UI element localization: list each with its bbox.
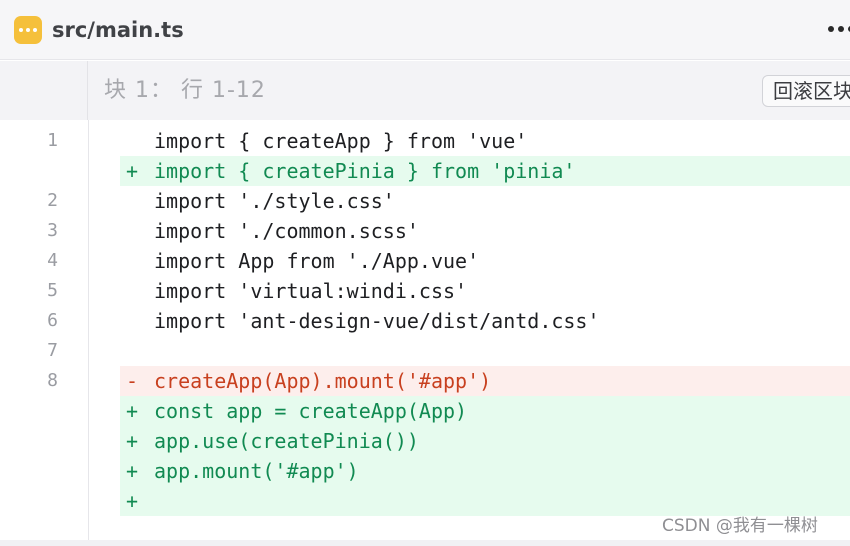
line-number: 1 [47,130,58,151]
diff-line-added: + app.use(createPinia()) [0,426,850,456]
watermark: CSDN @我有一棵树 [662,516,818,536]
file-header: src/main.ts [0,0,850,60]
diff-marker: + [126,489,139,513]
line-number [0,486,58,516]
code-text: createApp(App).mount('#app') [154,369,492,393]
code-text: import App from './App.vue' [154,249,480,273]
line-number [0,396,58,426]
line-number: 4 [47,250,58,271]
dots-icon [19,28,37,32]
rollback-hunk-button[interactable]: 回滚区块 [762,75,850,107]
diff-marker [126,336,146,366]
diff-marker [126,306,146,336]
line-number [0,456,58,486]
line-number: 8 [47,370,58,391]
diff-line-background [120,486,850,516]
line-number: 6 [47,310,58,331]
diff-line-added: + app.mount('#app') [0,456,850,486]
code-text: app.use(createPinia()) [154,429,419,453]
diff-line-context: 7 [0,336,850,366]
diff-line-context: 4 import App from './App.vue' [0,246,850,276]
line-number: 2 [47,190,58,211]
diff-marker [126,276,146,306]
diff-marker: + [126,459,139,483]
code-area: 1 import { createApp } from 'vue' + import … [0,120,850,546]
diff-line-added: + const app = createApp(App) [0,396,850,426]
code-text: import 'virtual:windi.css' [154,279,468,303]
diff-line-background [120,336,850,366]
diff-line-context: 5 import 'virtual:windi.css' [0,276,850,306]
diff-marker: - [126,369,139,393]
diff-line-removed: 8 - createApp(App).mount('#app') [0,366,850,396]
hunk-title: 块 1： 行 1-12 [104,78,266,103]
diff-line-added: + [0,486,850,516]
bottom-scrollbar-track [0,540,850,546]
diff-marker: + [126,429,139,453]
diff-marker [126,246,146,276]
diff-marker: + [126,159,139,183]
diff-marker [126,126,146,156]
hunk-gutter [0,61,88,120]
hunk-header: 块 1： 行 1-12 回滚区块 [0,61,850,120]
line-number [0,156,58,186]
diff-marker: + [126,399,139,423]
code-text: import 'ant-design-vue/dist/antd.css' [154,309,600,333]
diff-line-context: 2 import './style.css' [0,186,850,216]
diff-marker [126,216,146,246]
line-number: 7 [47,340,58,361]
line-number: 5 [47,280,58,301]
diff-line-context: 1 import { createApp } from 'vue' [0,126,850,156]
code-text: import { createPinia } from 'pinia' [154,159,576,183]
code-text: const app = createApp(App) [154,399,468,423]
diff-viewer: src/main.ts 块 1： 行 1-12 回滚区块 1 import { c… [0,0,850,546]
code-text: app.mount('#app') [154,459,359,483]
code-text: import { createApp } from 'vue' [154,129,528,153]
more-horizontal-icon[interactable] [828,24,850,34]
line-number [0,426,58,456]
line-number: 3 [47,220,58,241]
diff-line-context: 6 import 'ant-design-vue/dist/antd.css' [0,306,850,336]
diff-line-context: 3 import './common.scss' [0,216,850,246]
diff-line-added: + import { createPinia } from 'pinia' [0,156,850,186]
code-text: import './common.scss' [154,219,419,243]
file-name: src/main.ts [52,18,184,42]
diff-marker [126,186,146,216]
code-text: import './style.css' [154,189,395,213]
file-more-icon[interactable] [14,16,42,44]
